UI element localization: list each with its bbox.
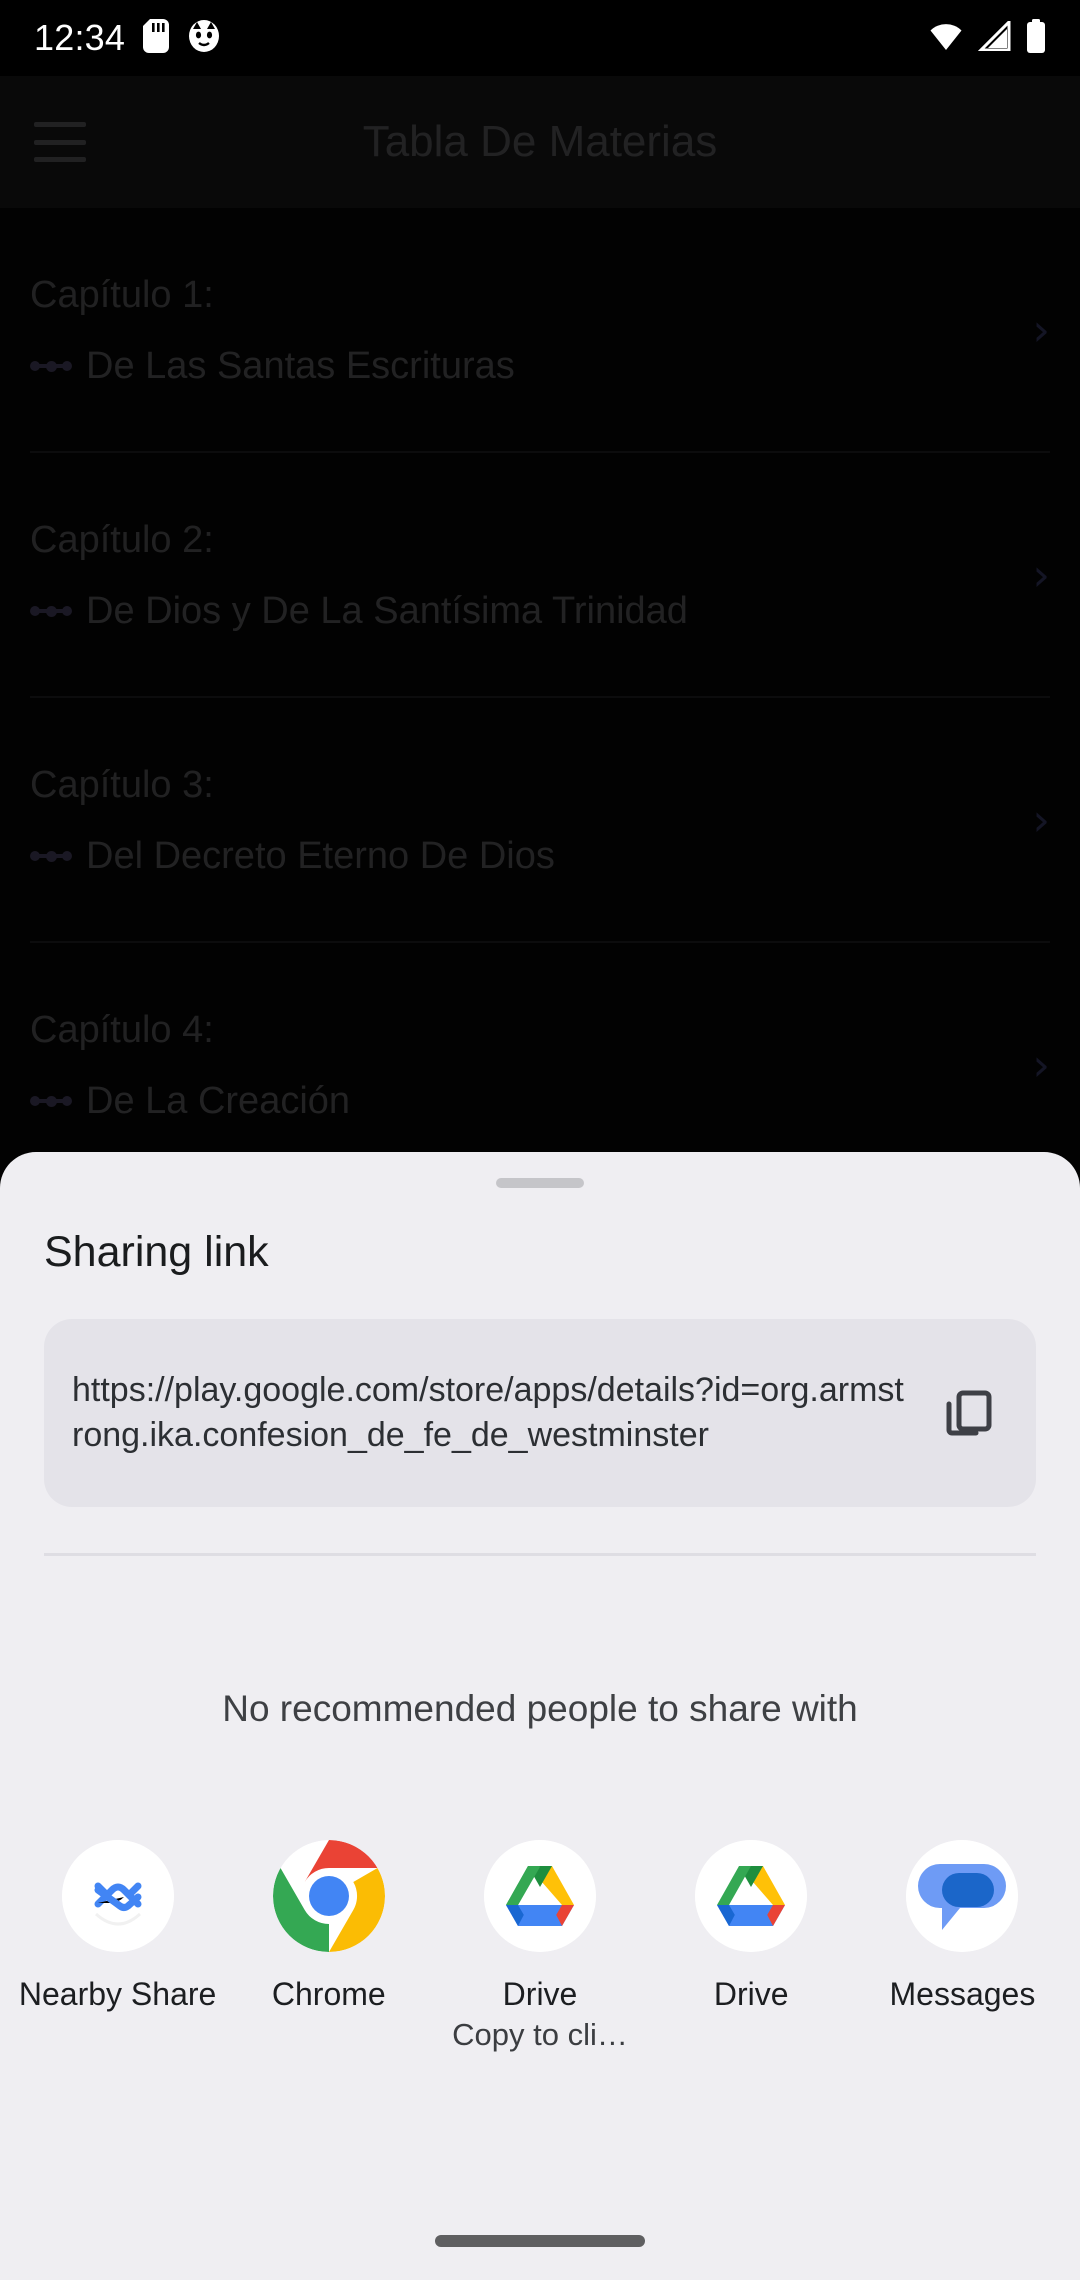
- share-target-messages[interactable]: Messages: [857, 1840, 1068, 2055]
- google-drive-icon: [695, 1840, 808, 1952]
- share-target-nearby-share[interactable]: Nearby Share: [12, 1840, 223, 2055]
- chrome-icon: [272, 1840, 385, 1952]
- google-drive-icon: [484, 1840, 596, 1952]
- share-target-sublabel: Copy to cli…: [452, 2016, 628, 2052]
- shared-link-url: https://play.google.com/store/apps/detai…: [72, 1370, 904, 1454]
- status-bar: 12:34: [0, 0, 1080, 76]
- share-target-label: Drive: [502, 1976, 578, 2012]
- phone-screen: Tabla De Materias Capítulo 1: De Las San…: [0, 0, 1080, 2280]
- cat-app-icon: [187, 19, 221, 58]
- status-time: 12:34: [34, 17, 126, 58]
- sd-card-icon: [143, 18, 170, 58]
- share-sheet: Sharing link https://play.google.com/sto…: [0, 1152, 1080, 2280]
- home-gesture-pill[interactable]: [435, 2235, 645, 2247]
- share-target-label: Nearby Share: [18, 1976, 217, 2012]
- copy-icon[interactable]: [926, 1370, 1012, 1456]
- link-preview-card[interactable]: https://play.google.com/store/apps/detai…: [44, 1319, 1036, 1507]
- google-messages-icon: [906, 1840, 1019, 1952]
- drag-handle[interactable]: [496, 1178, 584, 1188]
- share-target-label: Messages: [889, 1976, 1036, 2012]
- share-target-drive-copy[interactable]: Drive Copy to cli…: [434, 1840, 645, 2055]
- share-target-list: Nearby Share Chrome Drive Copy to cli… D…: [0, 1840, 1080, 2055]
- share-sheet-title: Sharing link: [44, 1228, 269, 1276]
- share-target-label: Drive: [713, 1976, 789, 2012]
- navigation-bar: [0, 2202, 1080, 2280]
- sheet-divider: [44, 1553, 1036, 1556]
- wifi-icon: [928, 21, 964, 56]
- empty-recommendations-label: No recommended people to share with: [222, 1688, 858, 1729]
- cellular-signal-icon: [977, 17, 1012, 56]
- nearby-share-icon: [61, 1840, 174, 1952]
- share-target-chrome[interactable]: Chrome: [223, 1840, 434, 2055]
- share-target-label: Chrome: [271, 1976, 386, 2012]
- share-target-drive[interactable]: Drive: [646, 1840, 857, 2055]
- battery-icon: [1026, 18, 1046, 58]
